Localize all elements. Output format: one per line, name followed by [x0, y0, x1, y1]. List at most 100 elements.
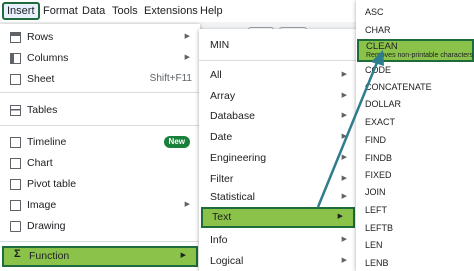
menu-item-label: MIN	[210, 39, 230, 51]
menu-item-len[interactable]: LEN	[356, 235, 474, 255]
menu-item-database[interactable]: Database ▶	[199, 106, 357, 126]
menu-item-function[interactable]: Σ Function ▶	[2, 246, 198, 267]
menu-item-find[interactable]: FIND	[356, 130, 474, 150]
menu-item-label: Chart	[27, 157, 53, 169]
menu-item-label: Array	[210, 90, 236, 102]
menu-item-image[interactable]: Image ▶	[0, 195, 200, 215]
menu-item-dollar[interactable]: DOLLAR	[356, 94, 474, 114]
menu-item-label: DOLLAR	[365, 99, 402, 109]
menu-item-asc[interactable]: ASC	[356, 2, 474, 22]
menu-item-label: FIND	[365, 135, 386, 145]
menu-item-lenb[interactable]: LENB	[356, 253, 474, 271]
menu-item-label: Date	[210, 131, 233, 143]
menu-item-clean[interactable]: CLEAN Removes non-printable characters	[357, 39, 474, 62]
menu-item-label: Info	[210, 234, 228, 246]
submenu-arrow-icon: ▶	[341, 133, 347, 140]
sheet-icon	[10, 74, 21, 85]
chart-icon	[10, 158, 21, 169]
timeline-icon	[10, 137, 21, 148]
menu-item-tables[interactable]: Tables	[0, 100, 200, 120]
image-icon	[10, 200, 21, 211]
menu-item-label: Statistical	[210, 191, 255, 203]
menu-format[interactable]: Format	[40, 2, 81, 20]
menu-item-label: Text	[212, 211, 232, 223]
columns-icon	[10, 53, 21, 64]
rows-icon	[10, 32, 21, 43]
submenu-arrow-icon: ▶	[341, 193, 347, 200]
menu-item-label: CHAR	[365, 25, 391, 35]
submenu-arrow-icon: ▶	[341, 71, 347, 78]
menu-item-chart[interactable]: Chart	[0, 153, 200, 173]
insert-menu: Rows ▶ Columns ▶ Sheet Shift+F11 Tables …	[0, 24, 200, 271]
function-description: Removes non-printable characters	[366, 52, 473, 59]
menu-divider	[199, 60, 357, 61]
menu-item-statistical[interactable]: Statistical ▶	[199, 187, 357, 207]
submenu-arrow-icon: ▶	[341, 257, 347, 264]
menu-extensions[interactable]: Extensions	[141, 2, 201, 20]
menu-item-label: Logical	[210, 255, 244, 267]
menu-item-text[interactable]: Text ▶	[201, 207, 355, 228]
submenu-arrow-icon: ▶	[341, 112, 347, 119]
text-functions-submenu: ASC CHAR CLEAN Removes non-printable cha…	[356, 0, 474, 271]
menu-item-label: Timeline	[27, 136, 67, 148]
sigma-icon: Σ	[14, 248, 21, 260]
menu-tools[interactable]: Tools	[109, 2, 141, 20]
menu-item-array[interactable]: Array ▶	[199, 86, 357, 106]
submenu-arrow-icon: ▶	[184, 201, 190, 208]
menu-item-info[interactable]: Info ▶	[199, 230, 357, 250]
menu-item-label: Rows	[27, 31, 54, 43]
menu-item-label: Drawing	[27, 220, 66, 232]
submenu-arrow-icon: ▶	[341, 236, 347, 243]
menu-item-timeline[interactable]: Timeline New	[0, 132, 200, 152]
menu-item-logical[interactable]: Logical ▶	[199, 251, 357, 271]
drawing-icon	[10, 221, 21, 232]
submenu-arrow-icon: ▶	[341, 154, 347, 161]
menu-item-label: LEFT	[365, 205, 388, 215]
menu-item-label: JOIN	[365, 187, 386, 197]
submenu-arrow-icon: ▶	[337, 213, 343, 220]
menu-item-exact[interactable]: EXACT	[356, 112, 474, 132]
tables-icon	[10, 105, 21, 116]
menu-item-min[interactable]: MIN	[199, 35, 357, 55]
menu-data[interactable]: Data	[79, 2, 108, 20]
menu-item-label: LEN	[365, 240, 383, 250]
menu-item-join[interactable]: JOIN	[356, 182, 474, 202]
shortcut-label: Shift+F11	[149, 73, 192, 84]
pivot-table-icon	[10, 179, 21, 190]
menu-item-pivot-table[interactable]: Pivot table	[0, 174, 200, 194]
menu-item-filter[interactable]: Filter ▶	[199, 169, 357, 189]
menu-item-all[interactable]: All ▶	[199, 65, 357, 85]
menu-item-label: ASC	[365, 7, 384, 17]
menu-item-label: EXACT	[365, 117, 396, 127]
menu-item-label: All	[210, 69, 222, 81]
menu-divider	[0, 241, 200, 242]
menu-item-label: Columns	[27, 52, 69, 64]
menu-item-label: Sheet	[27, 73, 55, 85]
menu-item-char[interactable]: CHAR	[356, 20, 474, 40]
menu-item-label: Filter	[210, 173, 234, 185]
menu-item-sheet[interactable]: Sheet Shift+F11	[0, 69, 200, 89]
menu-item-rows[interactable]: Rows ▶	[0, 27, 200, 47]
menu-item-engineering[interactable]: Engineering ▶	[199, 148, 357, 168]
menu-item-label: Pivot table	[27, 178, 77, 190]
menu-help[interactable]: Help	[197, 2, 226, 20]
menu-item-label: Database	[210, 110, 255, 122]
menu-item-columns[interactable]: Columns ▶	[0, 48, 200, 68]
menu-item-drawing[interactable]: Drawing	[0, 216, 200, 236]
menu-item-label: Function	[29, 250, 70, 262]
submenu-arrow-icon: ▶	[184, 33, 190, 40]
submenu-arrow-icon: ▶	[341, 175, 347, 182]
menu-divider	[0, 92, 200, 93]
menu-item-date[interactable]: Date ▶	[199, 127, 357, 147]
new-badge: New	[163, 136, 190, 148]
submenu-arrow-icon: ▶	[341, 92, 347, 99]
menu-item-label: Tables	[27, 104, 58, 116]
submenu-arrow-icon: ▶	[184, 54, 190, 61]
menu-item-label: LENB	[365, 258, 389, 268]
submenu-arrow-icon: ▶	[180, 252, 186, 259]
function-submenu: MIN All ▶ Array ▶ Database ▶ Date ▶ Engi…	[199, 29, 357, 271]
menu-item-left[interactable]: LEFT	[356, 200, 474, 220]
menu-insert[interactable]: Insert	[2, 2, 40, 20]
menu-item-label: Image	[27, 199, 57, 211]
menu-item-label: Engineering	[210, 152, 267, 164]
